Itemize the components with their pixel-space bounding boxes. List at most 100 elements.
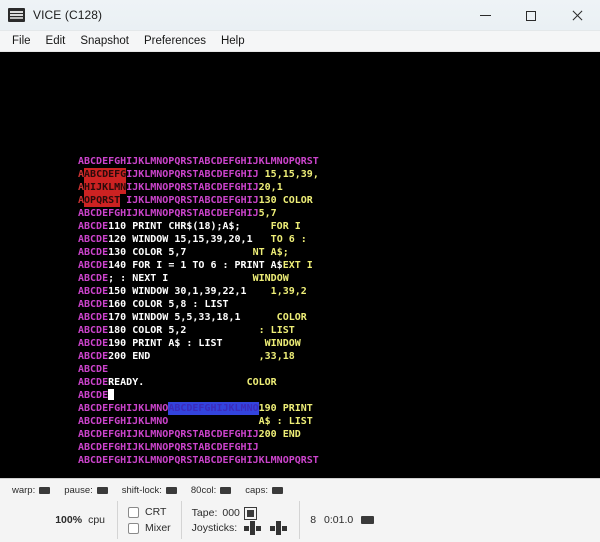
screen-text-segment: COLOR <box>144 377 277 388</box>
minimize-button[interactable] <box>462 0 508 31</box>
caps-led-icon <box>271 487 283 494</box>
shift-lock-led-icon <box>165 487 177 494</box>
screen-text-segment: WINDOW <box>168 273 289 284</box>
toggles-group: CRT Mixer <box>118 498 181 542</box>
warp-indicator[interactable]: warp: <box>12 485 51 496</box>
drive-group: 8 0:01.0 <box>300 498 384 542</box>
screen-row: ABCDE 140 FOR I = 1 TO 6 : PRINT A$ EXT I <box>78 259 319 272</box>
screen-text-segment: 150 WINDOW 30,1,39,22,1 <box>108 286 247 297</box>
screen-text-segment: ABCDE <box>78 364 109 375</box>
crt-label: CRT <box>145 506 167 518</box>
tape-counter: 000 <box>222 507 240 519</box>
close-button[interactable] <box>554 0 600 31</box>
joystick-2-icon[interactable] <box>269 521 289 535</box>
mixer-checkbox-icon[interactable] <box>128 522 139 534</box>
screen-text-segment: 180 COLOR 5,2 <box>108 325 187 336</box>
title-bar: VICE (C128) <box>0 0 600 31</box>
joysticks-label: Joysticks: <box>191 522 238 534</box>
screen-text-segment: 140 FOR I = 1 TO 6 : PRINT A$ <box>108 260 283 271</box>
screen-text-segment: ABCDEFG <box>84 168 127 181</box>
screen-text-segment: OPQRST <box>84 194 121 207</box>
screen-row: A OPQRST IJKLMNOPQRSTABCDEFGHIJ 130 COLOR <box>78 194 319 207</box>
menu-item-preferences[interactable]: Preferences <box>137 33 213 49</box>
cpu-label: cpu <box>88 514 105 526</box>
80col-indicator[interactable]: 80col: <box>191 485 232 496</box>
screen-row: A ABCDEFG IJKLMNOPQRSTABCDEFGHIJ 15,15,39, <box>78 168 319 181</box>
emulator-screen[interactable]: ABCDEFGHIJKLMNOPQRSTABCDEFGHIJKLMNOPQRST… <box>0 52 600 478</box>
mixer-toggle[interactable]: Mixer <box>128 522 171 534</box>
screen-text-segment: 120 WINDOW 15,15,39,20,1 <box>108 234 253 245</box>
screen-text-segment: EXT I <box>282 260 313 271</box>
menu-item-edit[interactable]: Edit <box>39 33 73 49</box>
screen-row: ABCDEFGHIJKLMNO ABCDEFGHIJKLMNO 190 PRINT <box>78 402 319 415</box>
pause-indicator[interactable]: pause: <box>64 485 108 496</box>
maximize-button[interactable] <box>508 0 554 31</box>
80col-led-icon <box>220 487 232 494</box>
vice-emulator-window: VICE (C128) File Edit Snapshot Preferenc… <box>0 0 600 542</box>
screen-row: ABCDE READY. COLOR <box>78 376 319 389</box>
screen-text-segment: ABCDEFGHIJKLMNOPQRSTABCDEFGHIJKLMNOPQRST <box>78 156 319 167</box>
drive-status[interactable]: 8 0:01.0 <box>310 514 375 526</box>
screen-row: ABCDE 120 WINDOW 15,15,39,20,1 TO 6 : <box>78 233 319 246</box>
screen-row: ABCDEFGHIJKLMNOPQRSTABCDEFGHIJKLMNOPQRST <box>78 454 319 467</box>
screen-text-segment: ABCDE <box>78 221 109 232</box>
tape-status[interactable]: Tape: 000 <box>192 506 290 520</box>
menu-item-file[interactable]: File <box>5 33 38 49</box>
screen-text-segment: ABCDE <box>78 325 109 336</box>
screen-text-segment: ABCDE <box>78 286 109 297</box>
screen-text-segment: ABCDEFGHIJKLMNOPQRSTABCDEFGHIJ <box>78 442 259 453</box>
shift-lock-indicator[interactable]: shift-lock: <box>122 485 177 496</box>
joystick-status[interactable]: Joysticks: <box>192 521 290 535</box>
screen-text-segment: 200 END <box>108 351 151 362</box>
warp-label: warp: <box>12 485 36 496</box>
screen-text-segment: 190 PRINT <box>258 403 313 414</box>
tape-joystick-group: Tape: 000 Joysticks: <box>182 498 300 542</box>
screen-row: ABCDE 150 WINDOW 30,1,39,22,1 1,39,2 <box>78 285 319 298</box>
drive-time: 0:01.0 <box>324 514 354 526</box>
screen-text-segment: TO 6 : <box>252 234 307 245</box>
screen-text-segment: 15,15,39, <box>258 169 319 180</box>
screen-text-segment: 170 WINDOW 5,5,33,18,1 <box>108 312 241 323</box>
screen-text-segment: ABCDEFGHIJKLMNOPQRSTABCDEFGHIJ <box>78 429 259 440</box>
screen-row: A HIJKLMN IJKLMNOPQRSTABCDEFGHIJ 20,1 <box>78 181 319 194</box>
screen-text-segment: ABCDE <box>78 273 109 284</box>
cpu-speed[interactable]: 100% cpu <box>55 514 105 526</box>
menu-item-help[interactable]: Help <box>214 33 252 49</box>
crt-toggle[interactable]: CRT <box>128 506 171 518</box>
cpu-speed-group: 100% cpu <box>12 498 117 542</box>
screen-text-segment: : LIST <box>186 325 295 336</box>
screen-text-segment: ABCDE <box>78 260 109 271</box>
screen-text-segment: ABCDE <box>78 299 109 310</box>
screen-row: ABCDE 110 PRINT CHR$(18);A$; FOR I <box>78 220 319 233</box>
screen-text-segment: ABCDE <box>78 377 109 388</box>
crt-checkbox-icon[interactable] <box>128 506 139 518</box>
status-bar: warp: pause: shift-lock: 80col: caps: 10… <box>0 478 600 542</box>
mixer-label: Mixer <box>145 522 171 534</box>
screen-row: ABCDEFGHIJKLMNOPQRSTABCDEFGHIJ 5,7 <box>78 207 319 220</box>
screen-text-segment: ABCDEFGHIJKLMNOPQRSTABCDEFGHIJ <box>78 208 259 219</box>
screen-row: ABCDE <box>78 389 319 402</box>
screen-row: ABCDE 190 PRINT A$ : LIST WINDOW <box>78 337 319 350</box>
screen-row: ABCDE 180 COLOR 5,2 : LIST <box>78 324 319 337</box>
caps-label: caps: <box>245 485 268 496</box>
screen-text-segment: ABCDEFGHIJKLMNOPQRSTABCDEFGHIJKLMNOPQRST <box>78 455 319 466</box>
cpu-percent: 100% <box>55 514 83 526</box>
screen-text-segment: ABCDE <box>78 312 109 323</box>
window-title: VICE (C128) <box>33 8 103 22</box>
screen-text-segment: ABCDE <box>78 338 109 349</box>
screen-text-segment: 1,39,2 <box>246 286 307 297</box>
screen-text-segment: ABCDE <box>78 351 109 362</box>
screen-row: ABCDEFGHIJKLMNOPQRSTABCDEFGHIJ 200 END <box>78 428 319 441</box>
screen-text-segment: IJKLMNOPQRSTABCDEFGHIJ <box>126 169 259 180</box>
screen-text-segment: WINDOW <box>222 338 301 349</box>
computer-icon <box>8 8 25 22</box>
maximize-icon <box>526 10 536 21</box>
joystick-1-icon[interactable] <box>243 521 263 535</box>
screen-row: ABCDE 160 COLOR 5,8 : LIST <box>78 298 319 311</box>
caps-indicator[interactable]: caps: <box>245 485 283 496</box>
screen-row: ABCDEFGHIJKLMNOPQRSTABCDEFGHIJKLMNOPQRST <box>78 155 319 168</box>
screen-text-segment: A$ : LIST <box>168 416 313 427</box>
screen-text-segment: 160 COLOR 5,8 : LIST <box>108 299 229 310</box>
screen-text-segment: NT A$; <box>186 247 289 258</box>
menu-item-snapshot[interactable]: Snapshot <box>73 33 136 49</box>
